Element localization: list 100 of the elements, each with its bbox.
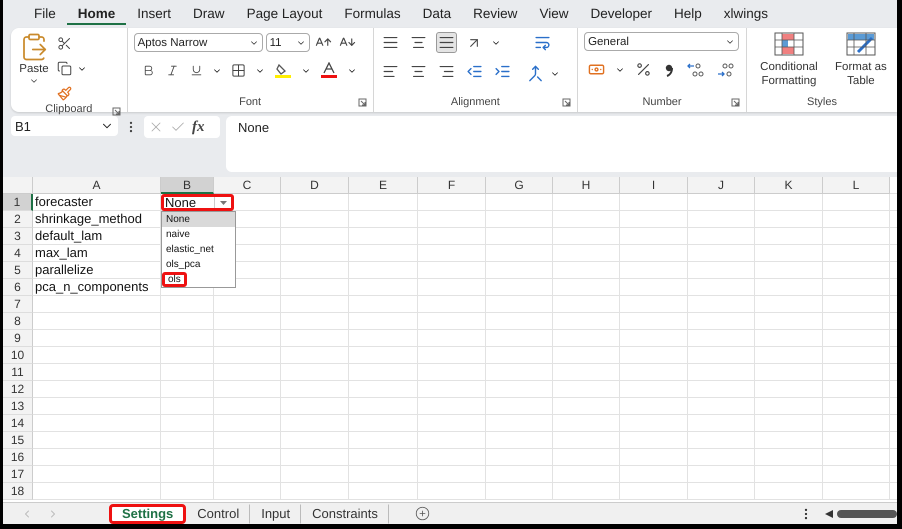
ribbon-tab[interactable]: View bbox=[528, 2, 580, 24]
align-bottom-icon bbox=[438, 34, 455, 51]
column-header[interactable]: H bbox=[553, 177, 620, 194]
decimal-arrow-icon bbox=[716, 62, 734, 78]
column-header[interactable]: J bbox=[688, 177, 755, 194]
copy-icon bbox=[57, 61, 72, 76]
sheet-tab[interactable]: Constraints bbox=[301, 504, 389, 524]
dropdown-option[interactable]: ols bbox=[162, 272, 187, 287]
wrap-text-icon bbox=[534, 34, 551, 51]
sheet-tab[interactable]: Control bbox=[186, 504, 250, 524]
align-right-icon bbox=[438, 63, 455, 80]
font-color-icon bbox=[320, 62, 338, 79]
column-header[interactable]: G bbox=[486, 177, 553, 194]
align-left-icon bbox=[382, 63, 399, 80]
fill-bucket-icon bbox=[274, 62, 292, 79]
font-name-select[interactable]: Aptos Narrow bbox=[134, 33, 263, 52]
add-sheet-icon[interactable] bbox=[414, 506, 430, 521]
column-header[interactable]: B bbox=[161, 177, 214, 194]
merge-icon bbox=[526, 65, 544, 82]
ribbon-tab[interactable]: Home bbox=[66, 2, 126, 24]
formula-field[interactable]: None bbox=[226, 116, 897, 172]
dropdown-option[interactable]: None bbox=[162, 212, 235, 227]
align-bottom-button[interactable] bbox=[436, 32, 457, 53]
column-header[interactable]: K bbox=[755, 177, 823, 194]
table-cell-text: default_lam bbox=[34, 228, 104, 245]
row-header[interactable]: 7 bbox=[3, 296, 33, 313]
column-header[interactable]: C bbox=[214, 177, 281, 194]
column-header[interactable]: A bbox=[33, 177, 161, 194]
align-middle-icon bbox=[410, 34, 427, 51]
row-header[interactable]: 18 bbox=[3, 483, 33, 500]
grid-icon bbox=[230, 63, 246, 78]
row-header[interactable]: 17 bbox=[3, 466, 33, 483]
row-header[interactable]: 2 bbox=[3, 211, 33, 228]
row-header[interactable]: 3 bbox=[3, 228, 33, 245]
row-header[interactable]: 6 bbox=[3, 279, 33, 296]
ribbon-tab[interactable]: Formulas bbox=[333, 2, 412, 24]
dropdown-option[interactable]: naive bbox=[162, 227, 235, 242]
row-header[interactable]: 10 bbox=[3, 347, 33, 364]
ribbon-tab[interactable]: Draw bbox=[182, 2, 236, 24]
row-header[interactable]: 15 bbox=[3, 432, 33, 449]
row-header[interactable]: 1 bbox=[3, 194, 33, 211]
row-header[interactable]: 12 bbox=[3, 381, 33, 398]
table-cell-text: forecaster bbox=[34, 194, 94, 211]
scroll-left-icon[interactable] bbox=[825, 510, 833, 518]
row-header[interactable]: 14 bbox=[3, 415, 33, 432]
dropdown-option[interactable]: elastic_net bbox=[162, 242, 235, 257]
column-header[interactable]: I bbox=[620, 177, 688, 194]
row-header[interactable]: 4 bbox=[3, 245, 33, 262]
ribbon-tab[interactable]: Insert bbox=[126, 2, 182, 24]
ribbon-tab[interactable]: Developer bbox=[579, 2, 664, 24]
ribbon-tab[interactable]: Help bbox=[663, 2, 713, 24]
column-header[interactable]: L bbox=[823, 177, 890, 194]
percent-icon bbox=[635, 61, 652, 78]
copy-button[interactable] bbox=[55, 59, 74, 78]
ribbon-tab[interactable]: File bbox=[23, 2, 67, 24]
dialog-launcher-icon[interactable] bbox=[731, 98, 740, 107]
scrollbar-thumb[interactable] bbox=[837, 510, 897, 518]
dialog-launcher-icon[interactable] bbox=[562, 98, 572, 107]
column-header[interactable]: F bbox=[418, 177, 486, 194]
table-cell-text: shrinkage_method bbox=[34, 211, 143, 228]
align-center-icon bbox=[410, 63, 427, 80]
row-header[interactable]: 16 bbox=[3, 449, 33, 466]
ribbon-tab[interactable]: Data bbox=[412, 2, 462, 24]
ribbon-tab[interactable]: Review bbox=[462, 2, 528, 24]
dialog-launcher-icon[interactable] bbox=[112, 107, 121, 116]
group-label: Clipboard bbox=[45, 103, 92, 115]
ribbon-tab[interactable]: Page Layout bbox=[236, 2, 334, 24]
indent-decrease-icon bbox=[466, 63, 483, 80]
column-header[interactable]: D bbox=[281, 177, 349, 194]
style-gallery-button[interactable]: Conditional Formatting bbox=[753, 32, 825, 94]
italic-icon bbox=[166, 64, 179, 77]
paste-button[interactable]: Paste bbox=[17, 32, 51, 103]
row-header[interactable]: 9 bbox=[3, 330, 33, 347]
number-format-select[interactable]: General bbox=[584, 32, 740, 51]
row-header[interactable]: 8 bbox=[3, 313, 33, 330]
table-format-icon bbox=[846, 32, 876, 56]
style-gallery-button[interactable]: Format as Table bbox=[830, 32, 892, 94]
conditional-format-icon bbox=[774, 32, 804, 56]
indent-increase-icon bbox=[494, 63, 511, 80]
decimal-arrow-icon bbox=[686, 62, 704, 78]
row-header[interactable]: 13 bbox=[3, 398, 33, 415]
group-label: Styles bbox=[807, 96, 837, 108]
sheet-tab[interactable]: Settings bbox=[109, 504, 186, 524]
table-cell-text: max_lam bbox=[34, 245, 89, 262]
row-header[interactable]: 11 bbox=[3, 364, 33, 381]
group-label: Font bbox=[239, 96, 262, 108]
active-cell[interactable]: None bbox=[161, 194, 234, 211]
underline-icon bbox=[190, 64, 203, 77]
sheet-tab[interactable]: Input bbox=[250, 504, 302, 524]
dropdown-option[interactable]: ols_pca bbox=[162, 257, 235, 272]
group-label: Alignment bbox=[450, 96, 500, 108]
dialog-launcher-icon[interactable] bbox=[358, 98, 367, 107]
insert-function-button[interactable]: fx bbox=[192, 118, 204, 136]
name-box[interactable]: B1 bbox=[11, 116, 118, 136]
font-size-select[interactable]: 11 bbox=[266, 33, 310, 52]
ribbon-tab[interactable]: xlwings bbox=[712, 2, 780, 24]
align-top-icon bbox=[382, 34, 399, 51]
column-header[interactable]: E bbox=[349, 177, 418, 194]
row-header[interactable]: 5 bbox=[3, 262, 33, 279]
format-painter-button[interactable] bbox=[55, 84, 74, 103]
